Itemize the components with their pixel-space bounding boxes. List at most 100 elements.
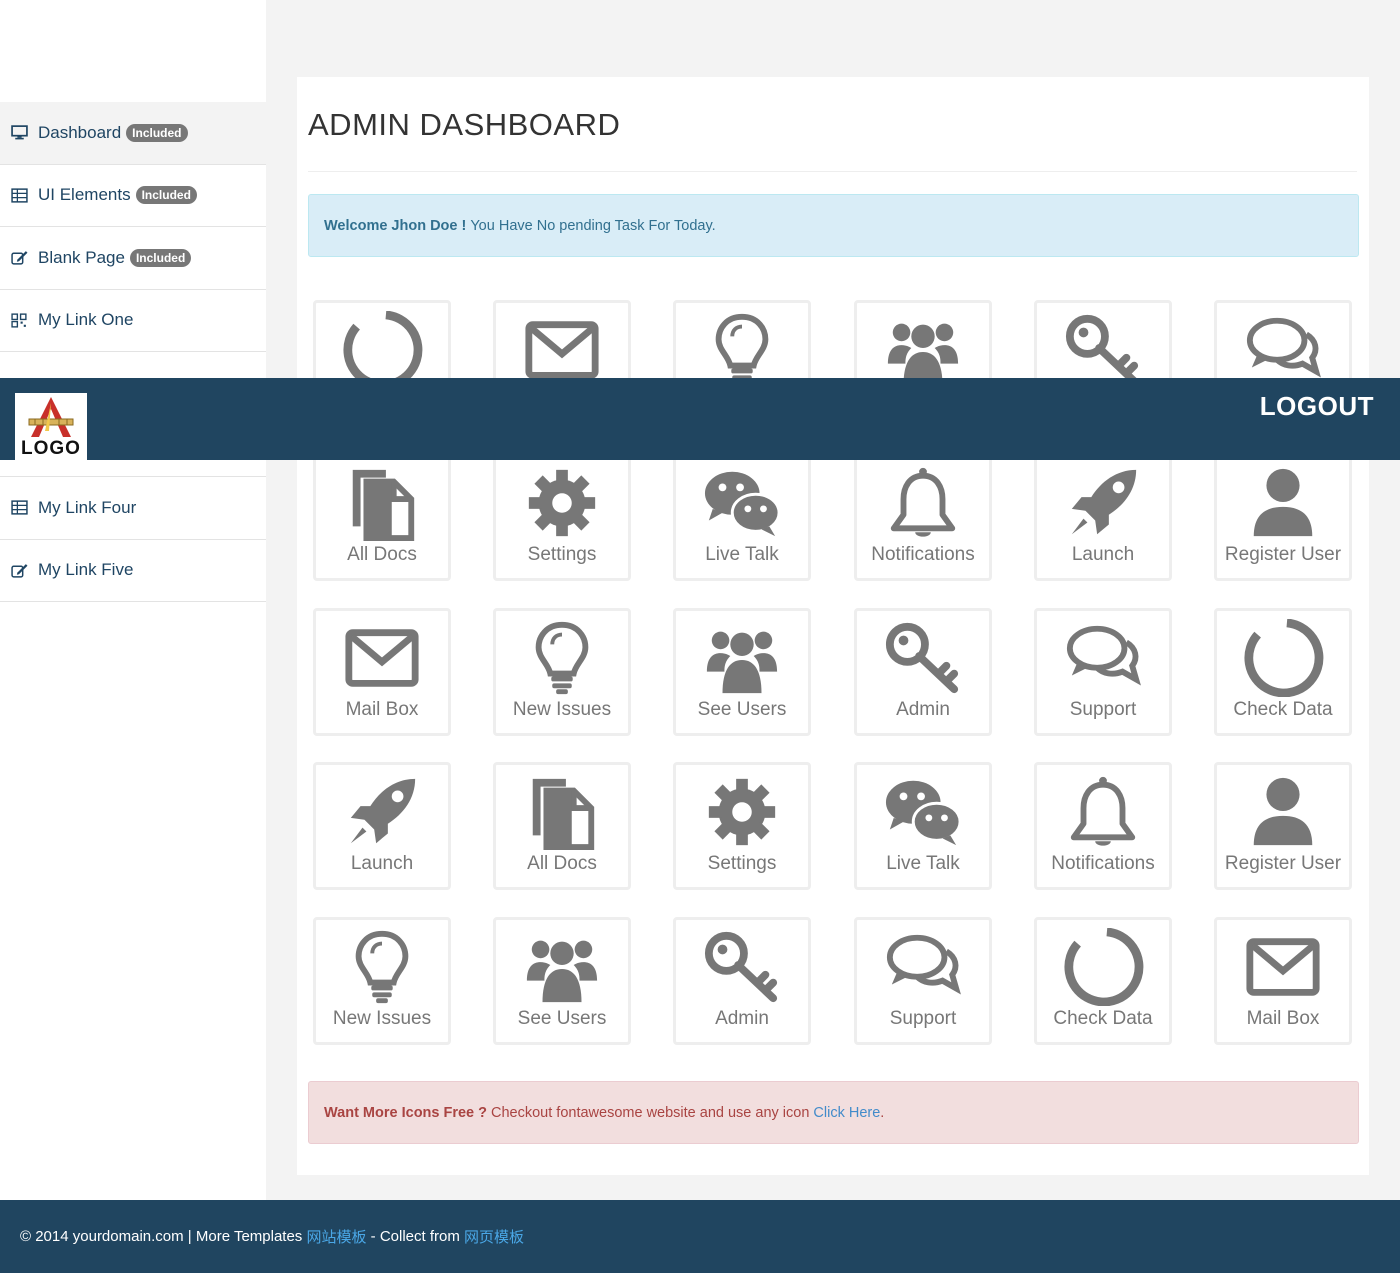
sidebar-item-my-link-five[interactable]: My Link Five bbox=[0, 539, 266, 602]
tile-notifications[interactable]: Notifications bbox=[1034, 762, 1172, 890]
files-icon bbox=[316, 464, 448, 542]
tile-settings[interactable]: Settings bbox=[493, 453, 631, 581]
included-badge: Included bbox=[135, 186, 197, 205]
tile-label: Launch bbox=[1071, 544, 1135, 565]
tile-label: Settings bbox=[707, 853, 777, 874]
tile-check-data[interactable]: Check Data bbox=[1214, 608, 1352, 736]
logo-mark-icon bbox=[28, 397, 74, 437]
sidebar-item-dashboard[interactable]: Dashboard Included bbox=[0, 102, 266, 165]
tile-label: Mail Box bbox=[1246, 1008, 1320, 1029]
sidebar-item-label: Blank Page bbox=[38, 247, 125, 267]
sidebar-item-label: My Link Five bbox=[38, 560, 134, 580]
circle-notch-icon bbox=[1217, 619, 1349, 697]
sidebar-top-space bbox=[0, 0, 266, 102]
tile-all-docs[interactable]: All Docs bbox=[313, 453, 451, 581]
included-badge: Included bbox=[126, 123, 188, 142]
sidebar: Dashboard Included UI Elements Included … bbox=[0, 0, 266, 1200]
sidebar-item-label: My Link One bbox=[38, 310, 134, 330]
sidebar-item-label: UI Elements bbox=[38, 185, 131, 205]
tile-support[interactable]: Support bbox=[1034, 608, 1172, 736]
tile-admin[interactable]: Admin bbox=[854, 608, 992, 736]
logout-button[interactable]: LOGOUT bbox=[1260, 391, 1374, 422]
promo-bold: Want More Icons Free ? bbox=[324, 1104, 488, 1121]
tile-launch[interactable]: Launch bbox=[313, 762, 451, 890]
tile-check-data[interactable]: Check Data bbox=[1034, 917, 1172, 1045]
tile-label: New Issues bbox=[512, 699, 612, 720]
tile-label: Support bbox=[1069, 699, 1137, 720]
table-icon bbox=[10, 500, 28, 516]
lightbulb-icon bbox=[316, 928, 448, 1006]
tile-live-talk[interactable]: Live Talk bbox=[854, 762, 992, 890]
tile-support[interactable]: Support bbox=[854, 917, 992, 1045]
sidebar-item-ui-elements[interactable]: UI Elements Included bbox=[0, 164, 266, 227]
logo-text: LOGO bbox=[21, 438, 81, 459]
tile-label: Support bbox=[889, 1008, 957, 1029]
page-title: ADMIN DASHBOARD bbox=[308, 107, 621, 142]
sidebar-item-label: Dashboard bbox=[38, 122, 122, 142]
tile-live-talk[interactable]: Live Talk bbox=[673, 453, 811, 581]
table-icon bbox=[10, 187, 28, 203]
sidebar-item-my-link-four[interactable]: My Link Four bbox=[0, 477, 266, 540]
tile-label: Register User bbox=[1224, 544, 1342, 565]
footer: © 2014 yourdomain.com | More Templates 网… bbox=[0, 1200, 1400, 1273]
gear-icon bbox=[496, 464, 628, 542]
tile-label: Live Talk bbox=[886, 853, 960, 874]
tile-label: Notifications bbox=[871, 544, 975, 565]
sidebar-item-my-link-one[interactable]: My Link One bbox=[0, 289, 266, 352]
tile-notifications[interactable]: Notifications bbox=[854, 453, 992, 581]
tile-label: All Docs bbox=[347, 544, 417, 565]
key-icon bbox=[676, 928, 808, 1006]
tile-all-docs[interactable]: All Docs bbox=[493, 762, 631, 890]
footer-copyright: © 2014 yourdomain.com | More Templates bbox=[20, 1228, 307, 1245]
users-icon bbox=[496, 928, 628, 1006]
sidebar-item-blank-page[interactable]: Blank Page Included bbox=[0, 227, 266, 290]
promo-alert: Want More Icons Free ? Checkout fontawes… bbox=[308, 1081, 1359, 1144]
footer-mid-text: - Collect from bbox=[366, 1228, 465, 1245]
tile-label: Check Data bbox=[1053, 1008, 1153, 1029]
tile-label: New Issues bbox=[332, 1008, 432, 1029]
welcome-text: You Have No pending Task For Today. bbox=[470, 217, 716, 234]
tile-label: Admin bbox=[715, 1008, 769, 1029]
tile-settings[interactable]: Settings bbox=[673, 762, 811, 890]
footer-link-templates[interactable]: 网站模板 bbox=[306, 1226, 366, 1247]
envelope-icon bbox=[316, 619, 448, 697]
tile-admin[interactable]: Admin bbox=[673, 917, 811, 1045]
lightbulb-icon bbox=[496, 619, 628, 697]
tile-register-user[interactable]: Register User bbox=[1214, 453, 1352, 581]
tile-mail-box[interactable]: Mail Box bbox=[1214, 917, 1352, 1045]
welcome-alert: Welcome Jhon Doe ! You Have No pending T… bbox=[308, 194, 1359, 257]
files-icon bbox=[496, 773, 628, 851]
rocket-icon bbox=[1037, 464, 1169, 542]
footer-link-collect[interactable]: 网页模板 bbox=[464, 1226, 524, 1247]
tile-new-issues[interactable]: New Issues bbox=[313, 917, 451, 1045]
desktop-icon bbox=[10, 125, 28, 141]
tile-label: Register User bbox=[1224, 853, 1342, 874]
tile-see-users[interactable]: See Users bbox=[673, 608, 811, 736]
wechat-icon bbox=[676, 464, 808, 542]
tile-label: Check Data bbox=[1233, 699, 1333, 720]
user-icon bbox=[1217, 464, 1349, 542]
tile-register-user[interactable]: Register User bbox=[1214, 762, 1352, 890]
comments-icon bbox=[857, 928, 989, 1006]
tile-label: See Users bbox=[697, 699, 787, 720]
promo-text: Checkout fontawesome website and use any… bbox=[491, 1104, 810, 1121]
tile-new-issues[interactable]: New Issues bbox=[493, 608, 631, 736]
logo[interactable]: LOGO bbox=[15, 393, 87, 460]
click-here-link[interactable]: Click Here bbox=[813, 1105, 880, 1121]
qrcode-icon bbox=[10, 312, 28, 328]
user-icon bbox=[1217, 773, 1349, 851]
key-icon bbox=[857, 619, 989, 697]
tile-launch[interactable]: Launch bbox=[1034, 453, 1172, 581]
users-icon bbox=[676, 619, 808, 697]
sidebar-item-label: My Link Four bbox=[38, 497, 137, 517]
bell-icon bbox=[857, 464, 989, 542]
wechat-icon bbox=[857, 773, 989, 851]
bell-icon bbox=[1037, 773, 1169, 851]
edit-icon bbox=[10, 562, 28, 578]
tile-mail-box[interactable]: Mail Box bbox=[313, 608, 451, 736]
tile-label: Live Talk bbox=[705, 544, 779, 565]
tile-see-users[interactable]: See Users bbox=[493, 917, 631, 1045]
envelope-icon bbox=[1217, 928, 1349, 1006]
tile-label: Mail Box bbox=[345, 699, 419, 720]
title-divider bbox=[308, 171, 1357, 172]
